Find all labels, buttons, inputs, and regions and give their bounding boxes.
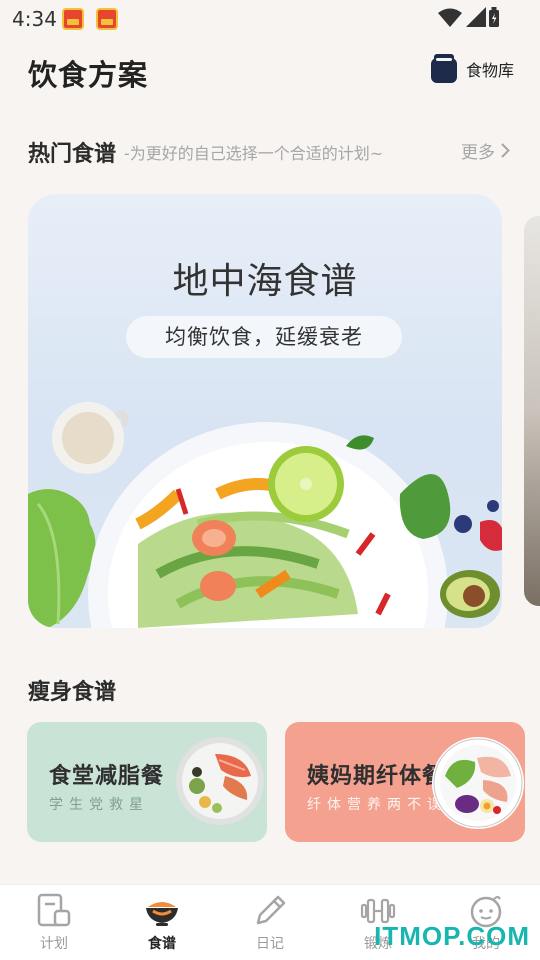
- chevron-right-icon: [501, 143, 510, 158]
- status-time: 4:34: [12, 7, 57, 31]
- food-library-label: 食物库: [465, 61, 514, 80]
- mediterranean-recipe-card[interactable]: 地中海食谱 均衡饮食，延缓衰老: [28, 194, 502, 628]
- signal-icon: [466, 7, 486, 27]
- plan-icon: [37, 893, 71, 927]
- salmon-plate-image: [176, 737, 264, 825]
- lettuce-leaf: [28, 489, 96, 628]
- hero-card-subtitle: 均衡饮食，延缓衰老: [126, 316, 402, 358]
- bowl-icon: [146, 902, 178, 926]
- more-link[interactable]: 更多: [461, 138, 510, 163]
- more-label: 更多: [461, 143, 495, 163]
- nav-label: 计划: [40, 936, 68, 952]
- slim-recipe-card[interactable]: 姨妈期纤体餐 纤体营养两不误: [285, 722, 525, 842]
- slim-recipe-card-subtitle: 学生党救星: [49, 797, 149, 813]
- slim-recipes-title: 瘦身食谱: [28, 680, 117, 705]
- veggie-plate-image: [432, 737, 524, 829]
- berries: [454, 500, 502, 551]
- status-bar: 4:34: [0, 0, 540, 36]
- status-icons: [438, 7, 499, 27]
- slim-recipe-card[interactable]: 食堂减脂餐 学生党救星: [27, 722, 267, 842]
- app-screen: 4:34 饮食方案 食物库 热门食谱 -为更好的自己选择一个合适的计划~ 更多 …: [0, 0, 540, 960]
- nav-item-plan[interactable]: 计划: [0, 885, 108, 960]
- food-library-button[interactable]: 食物库: [430, 52, 514, 86]
- lime-slice: [268, 446, 344, 522]
- popular-recipes-title: 热门食谱: [28, 142, 117, 167]
- app-notification-icon: [96, 8, 118, 30]
- slim-recipe-card-title: 食堂减脂餐: [49, 764, 165, 789]
- pencil-icon: [256, 895, 286, 925]
- nav-label: 食谱: [148, 936, 176, 952]
- slim-recipe-card-title: 姨妈期纤体餐: [307, 764, 446, 789]
- page-title: 饮食方案: [28, 58, 149, 92]
- avocado: [440, 570, 500, 618]
- milk-jug: [52, 402, 128, 474]
- wifi-icon: [438, 8, 462, 27]
- nav-item-recipes[interactable]: 食谱: [108, 885, 216, 960]
- hero-card-title: 地中海食谱: [172, 261, 358, 302]
- battery-icon: [489, 7, 499, 27]
- food-basket-icon: [430, 54, 457, 83]
- app-notification-icon: [62, 8, 84, 30]
- next-recipe-card-peek[interactable]: [524, 216, 540, 606]
- slim-recipe-card-subtitle: 纤体营养两不误: [307, 797, 447, 813]
- watermark: ITMOP.COM: [374, 921, 530, 951]
- nav-label: 日记: [256, 936, 284, 952]
- nav-item-diary[interactable]: 日记: [216, 885, 324, 960]
- popular-recipes-subtitle: -为更好的自己选择一个合适的计划~: [124, 144, 384, 163]
